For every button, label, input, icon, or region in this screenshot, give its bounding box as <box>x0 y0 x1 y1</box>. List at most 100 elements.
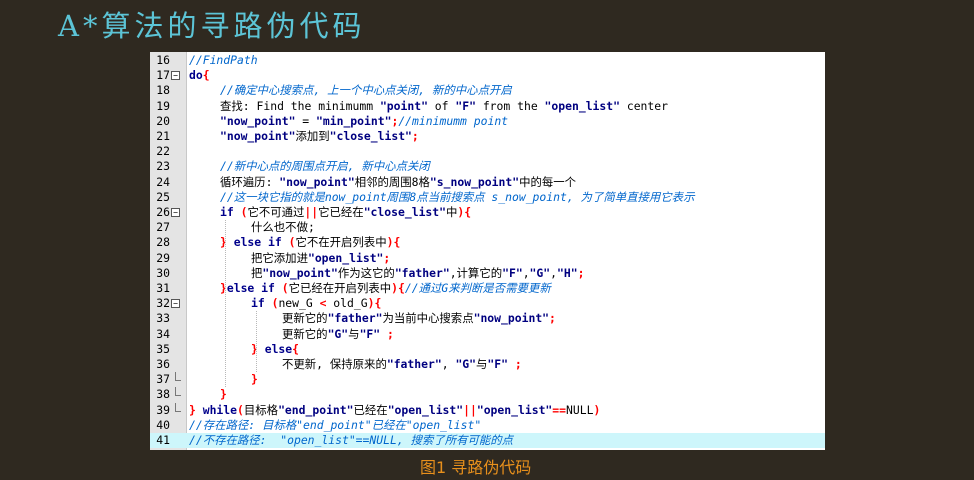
code-line[interactable]: 24 循环遍历: "now_point"相邻的周围8格"s_now_point"中… <box>150 175 825 190</box>
code-token: 不更新, 保持原来的 <box>282 357 387 371</box>
code-token: "G" <box>529 265 551 280</box>
code-token: 循环遍历: <box>220 174 280 189</box>
code-line[interactable]: 22 <box>150 144 825 159</box>
code-text: 把它添加进"open_list"; <box>251 251 390 266</box>
code-token: } <box>220 387 227 402</box>
code-line[interactable]: 17− do{ <box>150 68 825 83</box>
code-text: if (new_G < old_G){ <box>251 296 381 311</box>
line-number: 41 <box>156 433 170 447</box>
code-token: 它不可通过 <box>247 205 305 219</box>
code-token: 目标格 <box>243 402 279 417</box>
code-line[interactable]: 36 不更新, 保持原来的"father", "G"与"F" ; <box>150 357 825 372</box>
code-text: } <box>251 372 258 387</box>
code-line[interactable]: 29 把它添加进"open_list"; <box>150 251 825 266</box>
code-token: 把 <box>251 265 263 280</box>
code-token: { <box>393 235 401 250</box>
line-number: 20 <box>156 113 170 128</box>
code-line[interactable]: 31}else if (它已经在开启列表中){//通过G来判断是否需要更新 <box>150 281 825 296</box>
fold-toggle-icon[interactable]: − <box>171 208 180 217</box>
code-text: do{ <box>189 68 210 83</box>
code-line[interactable]: 28} else if (它不在开启列表中){ <box>150 235 825 250</box>
code-token: center <box>619 98 668 113</box>
code-token: "now_point" <box>279 174 355 189</box>
line-number: 38 <box>156 387 170 402</box>
code-token: if <box>220 205 234 219</box>
code-line[interactable]: 30 把"now_point"作为这它的"father",计算它的"F","G",… <box>150 266 825 281</box>
fold-end-marker-icon <box>175 402 181 412</box>
code-text: //新中心点的周围点开启, 新中心点关闭 <box>220 159 430 174</box>
code-token: , <box>522 265 530 280</box>
code-token: { <box>374 296 382 311</box>
code-token: 更新它的 <box>282 311 328 326</box>
code-text: } while(目标格"end_point"已经在"open_list"||"o… <box>189 403 600 418</box>
code-token: ; <box>387 326 394 341</box>
code-line[interactable]: 39 } while(目标格"end_point"已经在"open_list"||… <box>150 402 825 418</box>
code-token: { <box>202 68 210 83</box>
code-line[interactable]: 23 //新中心点的周围点开启, 新中心点关闭 <box>150 159 825 174</box>
code-token: || <box>304 205 319 219</box>
code-token: 它已经在开启列表中 <box>288 281 392 295</box>
line-number: 23 <box>156 159 170 174</box>
code-token: || <box>463 402 477 417</box>
code-token: "F" <box>487 357 508 371</box>
line-number: 39 <box>156 402 170 417</box>
code-line[interactable]: 35} else{ <box>150 342 825 357</box>
code-line[interactable]: 41 //不存在路径: "open_list"==NULL, 搜索了所有可能的点 <box>150 433 825 449</box>
code-token: 中 <box>446 205 458 219</box>
code-line[interactable]: 32− if (new_G < old_G){ <box>150 296 825 311</box>
code-line[interactable]: 26− if (它不可通过||它已经在"close_list"中){ <box>150 205 825 220</box>
code-line[interactable]: 20 "now_point" = "min_point";//minimumm p… <box>150 114 825 129</box>
code-text: //不存在路径: "open_list"==NULL, 搜索了所有可能的点 <box>189 433 513 448</box>
code-token: //FindPath <box>189 53 258 67</box>
code-token: "now_point" <box>262 265 338 280</box>
code-line[interactable]: 18 //确定中心搜索点, 上一个中心点关闭, 新的中心点开启 <box>150 83 825 98</box>
code-line[interactable]: 25 //这一块它指的就是now_point周围8点当前搜索点 s_now_poi… <box>150 190 825 205</box>
code-token: { <box>292 341 300 356</box>
code-line[interactable]: 16 //FindPath <box>150 53 825 68</box>
code-line[interactable]: 19 查找: Find the minimumm "point" of "F" f… <box>150 99 825 114</box>
code-editor[interactable]: 16//FindPath 17− do{18//确定中心搜索点, 上一个中心点关闭,… <box>150 52 825 450</box>
fold-toggle-icon[interactable]: − <box>171 71 180 81</box>
code-token: //这一块它指的就是now_point周围8点当前搜索点 s_now_point… <box>220 189 695 204</box>
indent-guide <box>256 311 257 373</box>
code-token: 已经在 <box>353 402 388 417</box>
code-token: "father" <box>394 265 450 280</box>
code-line[interactable]: 37} <box>150 372 825 387</box>
code-token: ) <box>391 281 398 295</box>
fold-toggle-icon[interactable]: − <box>171 299 180 309</box>
code-line[interactable]: 33 更新它的"father"为当前中心搜索点"now_point"; <box>150 311 825 326</box>
code-token: ; <box>514 357 522 371</box>
figure-caption: 图1 寻路伪代码 <box>420 458 532 477</box>
line-number: 17 <box>156 68 170 83</box>
code-token: while <box>202 402 238 417</box>
code-text: //FindPath <box>189 53 258 68</box>
code-token: 更新它的 <box>282 326 328 341</box>
line-number: 18 <box>156 83 170 98</box>
code-line[interactable]: 40 //存在路径: 目标格"end_point"已经在"open_list" <box>150 418 825 433</box>
code-token: ; <box>411 129 419 143</box>
code-token: if <box>251 296 265 311</box>
line-number: 40 <box>156 417 170 432</box>
code-line[interactable]: 27 什么也不做; <box>150 220 825 235</box>
code-line[interactable]: 38} <box>150 387 825 402</box>
line-number: 26 <box>156 205 170 219</box>
code-token: 查找: Find the minimumm <box>220 98 380 113</box>
code-text: 循环遍历: "now_point"相邻的周围8格"s_now_point"中的每… <box>220 175 576 190</box>
code-text: 什么也不做; <box>251 220 315 235</box>
code-line[interactable]: 21 "now_point"添加到"close_list"; <box>150 129 825 144</box>
line-number: 31 <box>156 281 170 295</box>
code-line[interactable]: 34 更新它的"G"与"F" ; <box>150 327 825 342</box>
page-title: A*算法的寻路伪代码 <box>58 9 366 43</box>
code-text: //这一块它指的就是now_point周围8点当前搜索点 s_now_point… <box>220 190 694 205</box>
code-token: { <box>397 281 405 295</box>
code-token: from the <box>475 98 545 113</box>
code-token: "open_list" <box>307 250 384 265</box>
line-number: 25 <box>156 189 170 204</box>
code-text: } else{ <box>251 342 299 357</box>
